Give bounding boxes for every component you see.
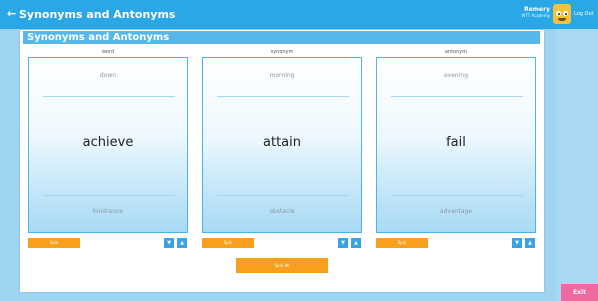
arrow-left-icon[interactable]: ← <box>7 7 16 20</box>
logout-link[interactable]: Log Out <box>574 11 594 17</box>
word-next: hindrance <box>92 208 124 215</box>
word-prev: down <box>99 72 117 79</box>
spin-word-button[interactable]: Spin <box>28 238 80 248</box>
divider <box>43 195 175 196</box>
app-title: Synonyms and Antonyms <box>19 8 176 21</box>
column-header-antonym: antonym <box>444 49 468 55</box>
divider <box>217 195 349 196</box>
spin-all-button[interactable]: Spin All <box>236 258 328 273</box>
chevron-up-icon[interactable]: ▲ <box>177 238 187 248</box>
card-title: Synonyms and Antonyms <box>23 31 540 44</box>
antonym-current: fail <box>446 135 466 150</box>
avatar-eye-icon <box>563 11 568 16</box>
word-card: down achieve hindrance <box>28 57 188 233</box>
right-panel <box>556 29 598 301</box>
column-header-word: word <box>101 49 115 55</box>
divider <box>217 96 349 97</box>
antonym-next: advantage <box>439 208 473 215</box>
synonym-current: attain <box>263 135 301 150</box>
user-info: Remery WTT Academy <box>521 6 550 19</box>
chevron-down-icon[interactable]: ▼ <box>338 238 348 248</box>
main-card: Synonyms and Antonyms word synonym anton… <box>20 30 544 292</box>
user-name: Remery <box>524 6 550 13</box>
divider <box>43 96 175 97</box>
antonym-card: evening fail advantage <box>376 57 536 233</box>
column-header-synonym: synonym <box>270 49 294 55</box>
user-school: WTT Academy <box>521 13 550 18</box>
word-current: achieve <box>82 135 134 150</box>
synonym-card: morning attain obstacle <box>202 57 362 233</box>
synonym-prev: morning <box>269 72 295 79</box>
avatar[interactable] <box>553 4 571 24</box>
chevron-down-icon[interactable]: ▼ <box>512 238 522 248</box>
spin-antonym-button[interactable]: Spin <box>376 238 428 248</box>
spin-synonym-button[interactable]: Spin <box>202 238 254 248</box>
avatar-mouth-icon <box>558 18 566 21</box>
synonym-next: obstacle <box>269 208 295 215</box>
divider <box>391 96 523 97</box>
top-bar: ← Synonyms and Antonyms Remery WTT Acade… <box>0 0 598 29</box>
chevron-down-icon[interactable]: ▼ <box>164 238 174 248</box>
divider <box>391 195 523 196</box>
avatar-eye-icon <box>556 11 561 16</box>
chevron-up-icon[interactable]: ▲ <box>525 238 535 248</box>
antonym-prev: evening <box>443 72 468 79</box>
chevron-up-icon[interactable]: ▲ <box>351 238 361 248</box>
exit-button[interactable]: Exit <box>561 284 598 301</box>
